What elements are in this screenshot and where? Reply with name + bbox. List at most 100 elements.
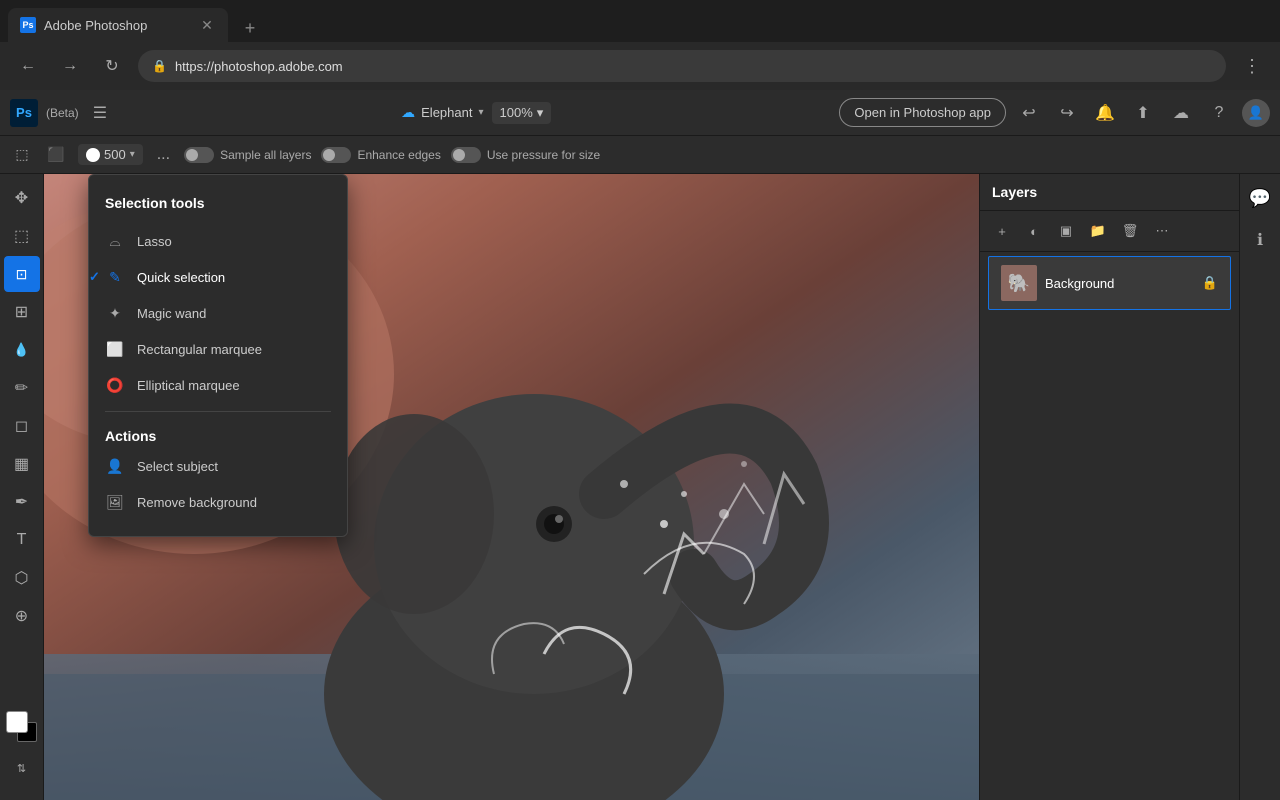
address-bar: ← → ↻ 🔒 https://photoshop.adobe.com ⋮ — [0, 42, 1280, 90]
undo-button[interactable]: ↩ — [1014, 98, 1044, 128]
move-tool-button[interactable]: ✥ — [4, 180, 40, 216]
artboard-tool-button[interactable]: ⬚ — [4, 218, 40, 254]
foreground-color-swatch[interactable] — [7, 712, 27, 732]
quick-selection-menu-label: Quick selection — [137, 270, 225, 285]
lock-icon: 🔒 — [152, 59, 167, 73]
beta-label: (Beta) — [46, 106, 79, 120]
lasso-tool-menu-item[interactable]: ⌓ Lasso — [89, 223, 347, 259]
help-button[interactable]: ? — [1204, 98, 1234, 128]
main-content: ✥ ⬚ ⊡ ⊞ 💧 ✏ ◻ ▦ ✒ — [0, 174, 1280, 800]
quick-selection-menu-item[interactable]: ✓ ✎ Quick selection — [89, 259, 347, 295]
toggle-colors-button[interactable]: ⇅ — [4, 750, 40, 786]
layer-lock-icon: 🔒 — [1202, 275, 1218, 291]
selection-tools-title: Selection tools — [89, 191, 347, 223]
rectangular-marquee-menu-item[interactable]: ⬜ Rectangular marquee — [89, 331, 347, 367]
enhance-edges-toggle[interactable] — [321, 147, 351, 163]
url-bar[interactable]: 🔒 https://photoshop.adobe.com — [138, 50, 1226, 82]
layers-panel-button[interactable]: ℹ — [1244, 224, 1276, 256]
brush-tool-button[interactable]: ✏ — [4, 370, 40, 406]
rectangular-marquee-icon: ⬜ — [105, 339, 125, 359]
eraser-icon: ◻ — [15, 416, 28, 436]
layers-panel-title: Layers — [992, 184, 1037, 200]
select-subject-menu-item[interactable]: 👤 Select subject — [89, 448, 347, 484]
selection-subtract-icon[interactable]: ⬛ — [44, 143, 68, 167]
forward-button[interactable]: → — [54, 50, 86, 82]
add-layer-button[interactable]: + — [988, 217, 1016, 245]
crop-tool-button[interactable]: ⊞ — [4, 294, 40, 330]
eyedropper-tool-button[interactable]: 💧 — [4, 332, 40, 368]
swap-colors-icon: ⇅ — [17, 762, 26, 775]
magic-wand-menu-item[interactable]: ✦ Magic wand — [89, 295, 347, 331]
active-tab[interactable]: Ps Adobe Photoshop ✕ — [8, 8, 228, 42]
user-avatar[interactable]: 👤 — [1242, 99, 1270, 127]
elliptical-marquee-label: Elliptical marquee — [137, 378, 240, 393]
artboard-icon: ⬚ — [14, 226, 29, 246]
brush-icon: ✏ — [15, 378, 28, 398]
gradient-tool-button[interactable]: ▦ — [4, 446, 40, 482]
eraser-tool-button[interactable]: ◻ — [4, 408, 40, 444]
doc-name: Elephant — [421, 105, 472, 120]
quick-selection-tool-button[interactable]: ⊡ — [4, 256, 40, 292]
url-text: https://photoshop.adobe.com — [175, 59, 343, 74]
zoom-control[interactable]: 100% ▾ — [492, 102, 552, 124]
type-icon: T — [17, 531, 27, 549]
layer-tools-bar: + ◐ ▣ 📁 🗑 ⋯ — [980, 211, 1239, 252]
group-layer-button[interactable]: 📁 — [1084, 217, 1112, 245]
brush-size-control[interactable]: 500 ▾ — [78, 144, 143, 165]
new-tab-button[interactable]: + — [236, 14, 264, 42]
canvas-area[interactable]: Selection tools ⌓ Lasso ✓ ✎ Quick select… — [44, 174, 979, 800]
remove-background-menu-item[interactable]: 🖼 Remove background — [89, 484, 347, 520]
notifications-button[interactable]: 🔔 — [1090, 98, 1120, 128]
shape-tool-button[interactable]: ⬡ — [4, 560, 40, 596]
hamburger-menu-button[interactable]: ☰ — [87, 99, 113, 127]
shape-icon: ⬡ — [15, 568, 29, 588]
right-side-icons: 💬 ℹ — [1239, 174, 1280, 800]
sample-all-layers-toggle[interactable] — [184, 147, 214, 163]
layer-thumbnail: 🐘 — [1001, 265, 1037, 301]
properties-panel-button[interactable]: 💬 — [1244, 182, 1276, 214]
rectangular-marquee-label: Rectangular marquee — [137, 342, 262, 357]
chevron-down-icon: ▾ — [478, 107, 483, 118]
pen-tool-button[interactable]: ✒ — [4, 484, 40, 520]
layer-name: Background — [1045, 276, 1194, 291]
use-pressure-toggle[interactable] — [451, 147, 481, 163]
background-layer-item[interactable]: 🐘 Background 🔒 — [988, 256, 1231, 310]
cloud-save-button[interactable]: ☁ — [1166, 98, 1196, 128]
right-panel-container: Layers + ◐ ▣ 📁 🗑 ⋯ 🐘 Background 🔒 — [979, 174, 1280, 800]
sampler-tool-button[interactable]: ⊕ — [4, 598, 40, 634]
quick-selection-menu-icon: ✎ — [105, 267, 125, 287]
type-tool-button[interactable]: T — [4, 522, 40, 558]
more-layer-options-button[interactable]: ⋯ — [1148, 217, 1176, 245]
adjustment-layer-button[interactable]: ◐ — [1020, 217, 1048, 245]
use-pressure-label: Use pressure for size — [487, 148, 600, 162]
brush-chevron-icon: ▾ — [130, 149, 135, 160]
elliptical-marquee-menu-item[interactable]: ⭕ Elliptical marquee — [89, 367, 347, 403]
selection-add-icon[interactable]: ⬚ — [10, 143, 34, 167]
move-icon: ✥ — [15, 188, 28, 208]
use-pressure-toggle-group: Use pressure for size — [451, 147, 600, 163]
brush-size-value: 500 — [104, 147, 126, 162]
browser-menu-button[interactable]: ⋮ — [1236, 50, 1268, 82]
back-button[interactable]: ← — [12, 50, 44, 82]
menu-divider — [105, 411, 331, 412]
remove-background-icon: 🖼 — [105, 492, 125, 512]
cloud-button[interactable]: ☁ Elephant ▾ — [401, 104, 483, 121]
options-bar: ⬚ ⬛ 500 ▾ ... Sample all layers Enhance … — [0, 136, 1280, 174]
share-button[interactable]: ⬆ — [1128, 98, 1158, 128]
sampler-icon: ⊕ — [15, 606, 28, 626]
refresh-button[interactable]: ↻ — [96, 50, 128, 82]
mask-button[interactable]: ▣ — [1052, 217, 1080, 245]
quick-selection-icon: ⊡ — [16, 266, 28, 283]
open-in-photoshop-button[interactable]: Open in Photoshop app — [839, 98, 1006, 127]
app-toolbar: Ps (Beta) ☰ ☁ Elephant ▾ 100% ▾ Open in … — [0, 90, 1280, 136]
app-area: Ps (Beta) ☰ ☁ Elephant ▾ 100% ▾ Open in … — [0, 90, 1280, 800]
color-swatch[interactable] — [7, 712, 37, 742]
magic-wand-icon: ✦ — [105, 303, 125, 323]
tab-title: Adobe Photoshop — [44, 18, 190, 33]
delete-layer-button[interactable]: 🗑 — [1116, 217, 1144, 245]
more-options-button[interactable]: ... — [153, 146, 174, 164]
tab-close-button[interactable]: ✕ — [198, 16, 216, 34]
brush-dot-icon — [86, 148, 100, 162]
selection-tools-menu: Selection tools ⌓ Lasso ✓ ✎ Quick select… — [88, 174, 348, 537]
redo-button[interactable]: ↪ — [1052, 98, 1082, 128]
